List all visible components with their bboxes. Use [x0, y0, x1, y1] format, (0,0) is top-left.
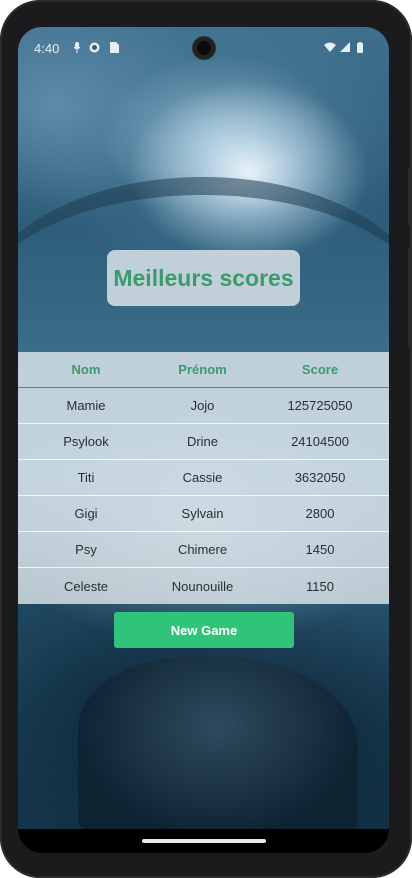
app-screen: 4:40 Meilleurs scores Nom Prénom Score M… — [18, 27, 389, 853]
status-time: 4:40 — [34, 41, 60, 56]
phone-frame: 4:40 Meilleurs scores Nom Prénom Score M… — [0, 0, 412, 878]
column-header-score: Score — [301, 362, 339, 377]
cell-nom: Psylook — [63, 434, 109, 449]
cell-nom: Gigi — [74, 506, 98, 521]
cell-nom: Celeste — [63, 578, 109, 594]
cell-prenom: Sylvain — [181, 506, 224, 521]
shield-icon — [89, 42, 100, 56]
cell-score: 125725050 — [287, 398, 353, 413]
table-row: Psylook Drine 24104500 — [18, 424, 389, 460]
cell-score: 3632050 — [294, 470, 346, 485]
table-row: Titi Cassie 3632050 — [18, 460, 389, 496]
cell-prenom: Drine — [186, 434, 219, 449]
scores-table: Nom Prénom Score Mamie Jojo 125725050 Ps… — [18, 352, 389, 604]
cell-prenom: Nounouille — [171, 578, 234, 594]
cell-prenom: Cassie — [182, 470, 223, 485]
signal-icon — [340, 42, 350, 55]
table-row: Psy Chimere 1450 — [18, 532, 389, 568]
cell-score: 1150 — [306, 578, 334, 594]
column-header-prenom: Prénom — [178, 362, 227, 377]
cell-nom: Titi — [77, 470, 95, 485]
page-title: Meilleurs scores — [113, 264, 294, 291]
power-button — [408, 248, 412, 348]
volume-button — [408, 168, 412, 226]
cell-prenom: Chimere — [177, 542, 228, 557]
status-bar: 4:40 — [18, 27, 389, 69]
cell-nom: Mamie — [66, 398, 106, 413]
table-row: Gigi Sylvain 2800 — [18, 496, 389, 532]
cell-score: 1450 — [305, 542, 335, 557]
cell-score: 24104500 — [291, 434, 349, 449]
wifi-icon — [324, 42, 336, 55]
table-row: Mamie Jojo 125725050 — [18, 388, 389, 424]
column-header-nom: Nom — [71, 362, 101, 377]
cell-nom: Psy — [75, 542, 97, 557]
home-indicator[interactable] — [141, 839, 266, 843]
cell-prenom: Jojo — [190, 398, 215, 413]
cell-score: 2800 — [305, 506, 335, 521]
table-row: Celeste Nounouille 1150 — [18, 568, 389, 604]
mic-icon — [73, 42, 81, 56]
front-camera — [193, 37, 215, 59]
background-cliff — [78, 657, 358, 837]
navigation-bar — [18, 829, 389, 853]
battery-icon — [357, 42, 363, 56]
title-card: Meilleurs scores — [107, 250, 300, 306]
sim-card-icon — [110, 42, 119, 56]
table-header-row: Nom Prénom Score — [18, 352, 389, 388]
new-game-button[interactable]: New Game — [114, 612, 294, 648]
